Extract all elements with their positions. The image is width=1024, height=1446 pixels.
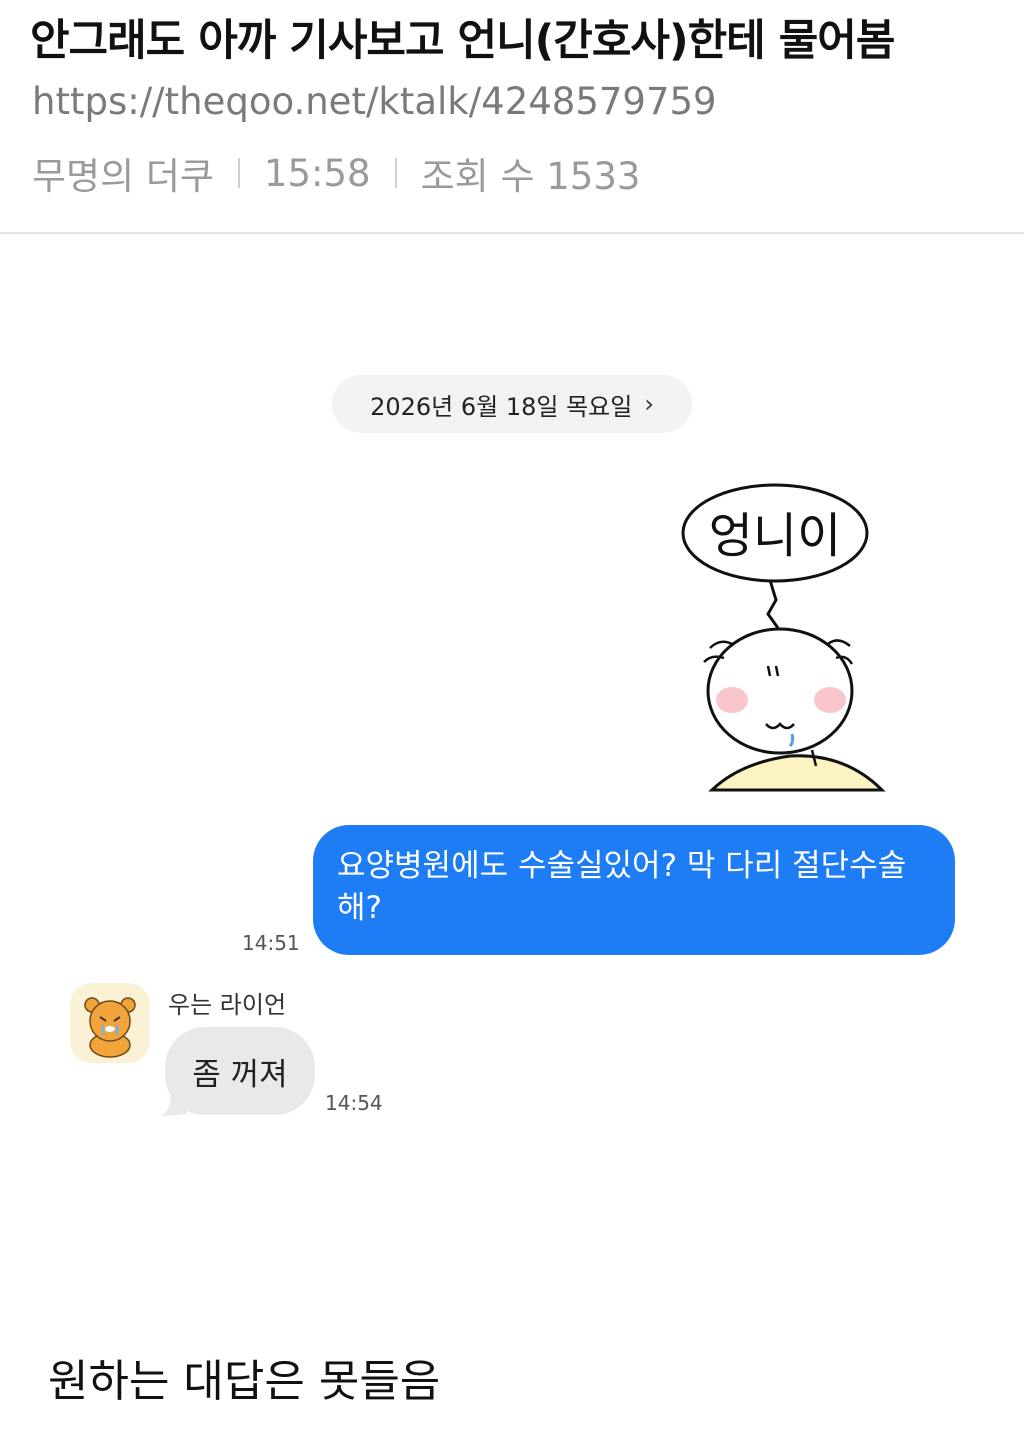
post-caption: 원하는 대답은 못들음 [48,1356,441,1407]
chevron-right-icon: › [644,390,654,418]
sticker-speech-text: 엉니이 [709,508,841,564]
outgoing-message-line: 요양병원에도 수술실있어? 막 다리 절단수술 [337,848,907,884]
date-chip-label: 2026년 6월 18일 목요일 [370,392,633,421]
post-author[interactable]: 무명의 더쿠 [32,146,214,200]
meta-divider [394,158,397,188]
post-header: 안그래도 아까 기사보고 언니(간호사)한테 물어봄 https://theqo… [0,0,1024,234]
meta-divider [237,158,240,188]
outgoing-message-time: 14:51 [242,931,300,955]
incoming-message-time: 14:54 [325,1091,383,1115]
date-chip[interactable]: 2026년 6월 18일 목요일 › [332,375,692,433]
post-url-link[interactable]: https://theqoo.net/ktalk/4248579759 [32,80,717,123]
post-time: 15:58 [263,151,371,195]
sticker-image: 엉니이 [681,483,886,792]
incoming-message-bubble[interactable]: 좀 꺼져 [165,1027,315,1115]
outgoing-message-bubble[interactable]: 요양병원에도 수술실있어? 막 다리 절단수술 해? [313,825,955,955]
post-title: 안그래도 아까 기사보고 언니(간호사)한테 물어봄 [30,16,895,66]
post-meta: 무명의 더쿠 15:58 조회 수 1533 [32,146,640,200]
outgoing-message-line: 해? [337,890,382,926]
avatar[interactable] [70,983,150,1063]
sender-name: 우는 라이언 [168,991,287,1019]
incoming-message-text: 좀 꺼져 [192,1056,288,1093]
post-views: 조회 수 1533 [420,155,641,198]
